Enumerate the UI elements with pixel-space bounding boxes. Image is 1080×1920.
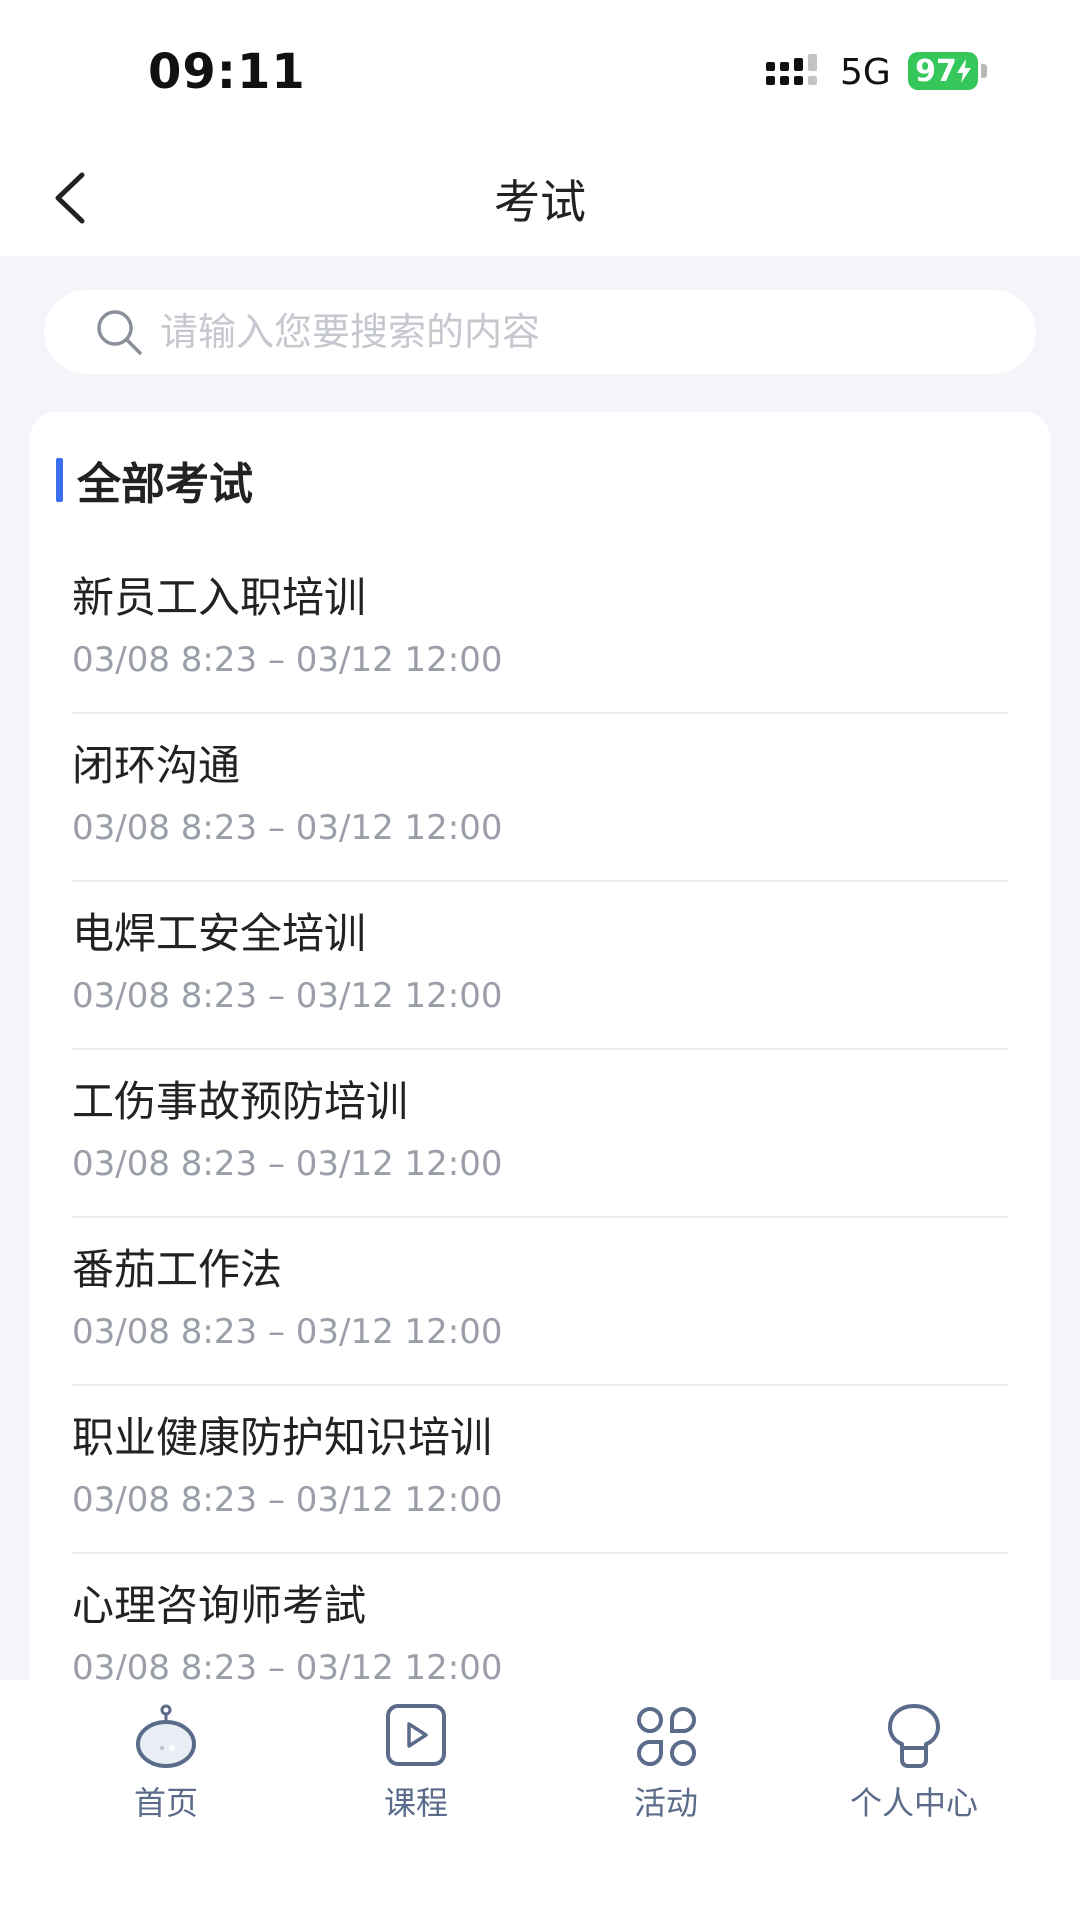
network-label: 5G bbox=[840, 52, 891, 93]
page-title: 考试 bbox=[494, 175, 586, 229]
play-icon bbox=[386, 1704, 446, 1766]
exam-name: 心理咨询师考試 bbox=[72, 1581, 367, 1630]
exam-item[interactable]: 番茄工作法 03/08 8:23 – 03/12 12:00 bbox=[72, 1218, 1008, 1386]
exam-name: 职业健康防护知识培训 bbox=[72, 1413, 493, 1462]
exam-time: 03/08 8:23 – 03/12 12:00 bbox=[72, 1312, 503, 1352]
exam-name: 闭环沟通 bbox=[72, 741, 241, 790]
search-bar[interactable] bbox=[44, 290, 1036, 374]
tab-home[interactable]: 首页 bbox=[66, 1702, 266, 1832]
exam-list: 新员工入职培训 03/08 8:23 – 03/12 12:00 闭环沟通 03… bbox=[72, 546, 1008, 1712]
exam-item[interactable]: 电焊工安全培训 03/08 8:23 – 03/12 12:00 bbox=[72, 882, 1008, 1050]
search-input[interactable] bbox=[158, 309, 1002, 355]
exam-time: 03/08 8:23 – 03/12 12:00 bbox=[72, 976, 503, 1016]
charging-bolt-icon bbox=[956, 59, 971, 83]
exam-item[interactable]: 新员工入职培训 03/08 8:23 – 03/12 12:00 bbox=[72, 546, 1008, 714]
section-accent-bar bbox=[56, 458, 63, 502]
grid-icon bbox=[637, 1707, 696, 1766]
tab-label: 课程 bbox=[383, 1784, 448, 1822]
tab-label: 活动 bbox=[633, 1784, 698, 1822]
tab-activities[interactable]: 活动 bbox=[566, 1702, 766, 1832]
status-bar: 09:11 5G 97 bbox=[0, 0, 1080, 140]
home-icon bbox=[136, 1704, 196, 1768]
status-time: 09:11 bbox=[148, 44, 306, 100]
exam-item[interactable]: 工伤事故预防培训 03/08 8:23 – 03/12 12:00 bbox=[72, 1050, 1008, 1218]
exam-name: 电焊工安全培训 bbox=[72, 909, 367, 958]
exam-page: 09:11 5G 97 考试 请输入您要搜索的内容 全部考试 新员工入职培训 0… bbox=[0, 0, 1080, 1920]
exam-item[interactable]: 职业健康防护知识培训 03/08 8:23 – 03/12 12:00 bbox=[72, 1386, 1008, 1554]
exam-card: 全部考试 新员工入职培训 03/08 8:23 – 03/12 12:00 闭环… bbox=[30, 412, 1050, 1712]
section-header: 全部考试 bbox=[56, 450, 253, 510]
tab-courses[interactable]: 课程 bbox=[316, 1702, 516, 1832]
battery-icon: 97 bbox=[908, 52, 978, 90]
exam-time: 03/08 8:23 – 03/12 12:00 bbox=[72, 808, 503, 848]
exam-time: 03/08 8:23 – 03/12 12:00 bbox=[72, 1144, 503, 1184]
search-icon bbox=[97, 310, 142, 355]
tab-label: 首页 bbox=[133, 1784, 198, 1822]
section-title: 全部考试 bbox=[77, 459, 253, 510]
exam-item[interactable]: 闭环沟通 03/08 8:23 – 03/12 12:00 bbox=[72, 714, 1008, 882]
exam-name: 番茄工作法 bbox=[72, 1245, 283, 1294]
exam-time: 03/08 8:23 – 03/12 12:00 bbox=[72, 1480, 503, 1520]
nav-bar: 考试 bbox=[0, 140, 1080, 256]
exam-name: 新员工入职培训 bbox=[72, 573, 367, 622]
battery-tip bbox=[981, 64, 987, 78]
tab-profile[interactable]: 个人中心 bbox=[814, 1702, 1014, 1832]
tab-bar: 首页 课程 活动 个人中心 bbox=[0, 1680, 1080, 1920]
battery-level: 97 bbox=[915, 53, 957, 89]
profile-icon bbox=[888, 1704, 940, 1768]
signal-icon bbox=[766, 54, 817, 85]
exam-time: 03/08 8:23 – 03/12 12:00 bbox=[72, 640, 503, 680]
exam-name: 工伤事故预防培训 bbox=[72, 1077, 409, 1126]
tab-label: 个人中心 bbox=[849, 1784, 978, 1822]
